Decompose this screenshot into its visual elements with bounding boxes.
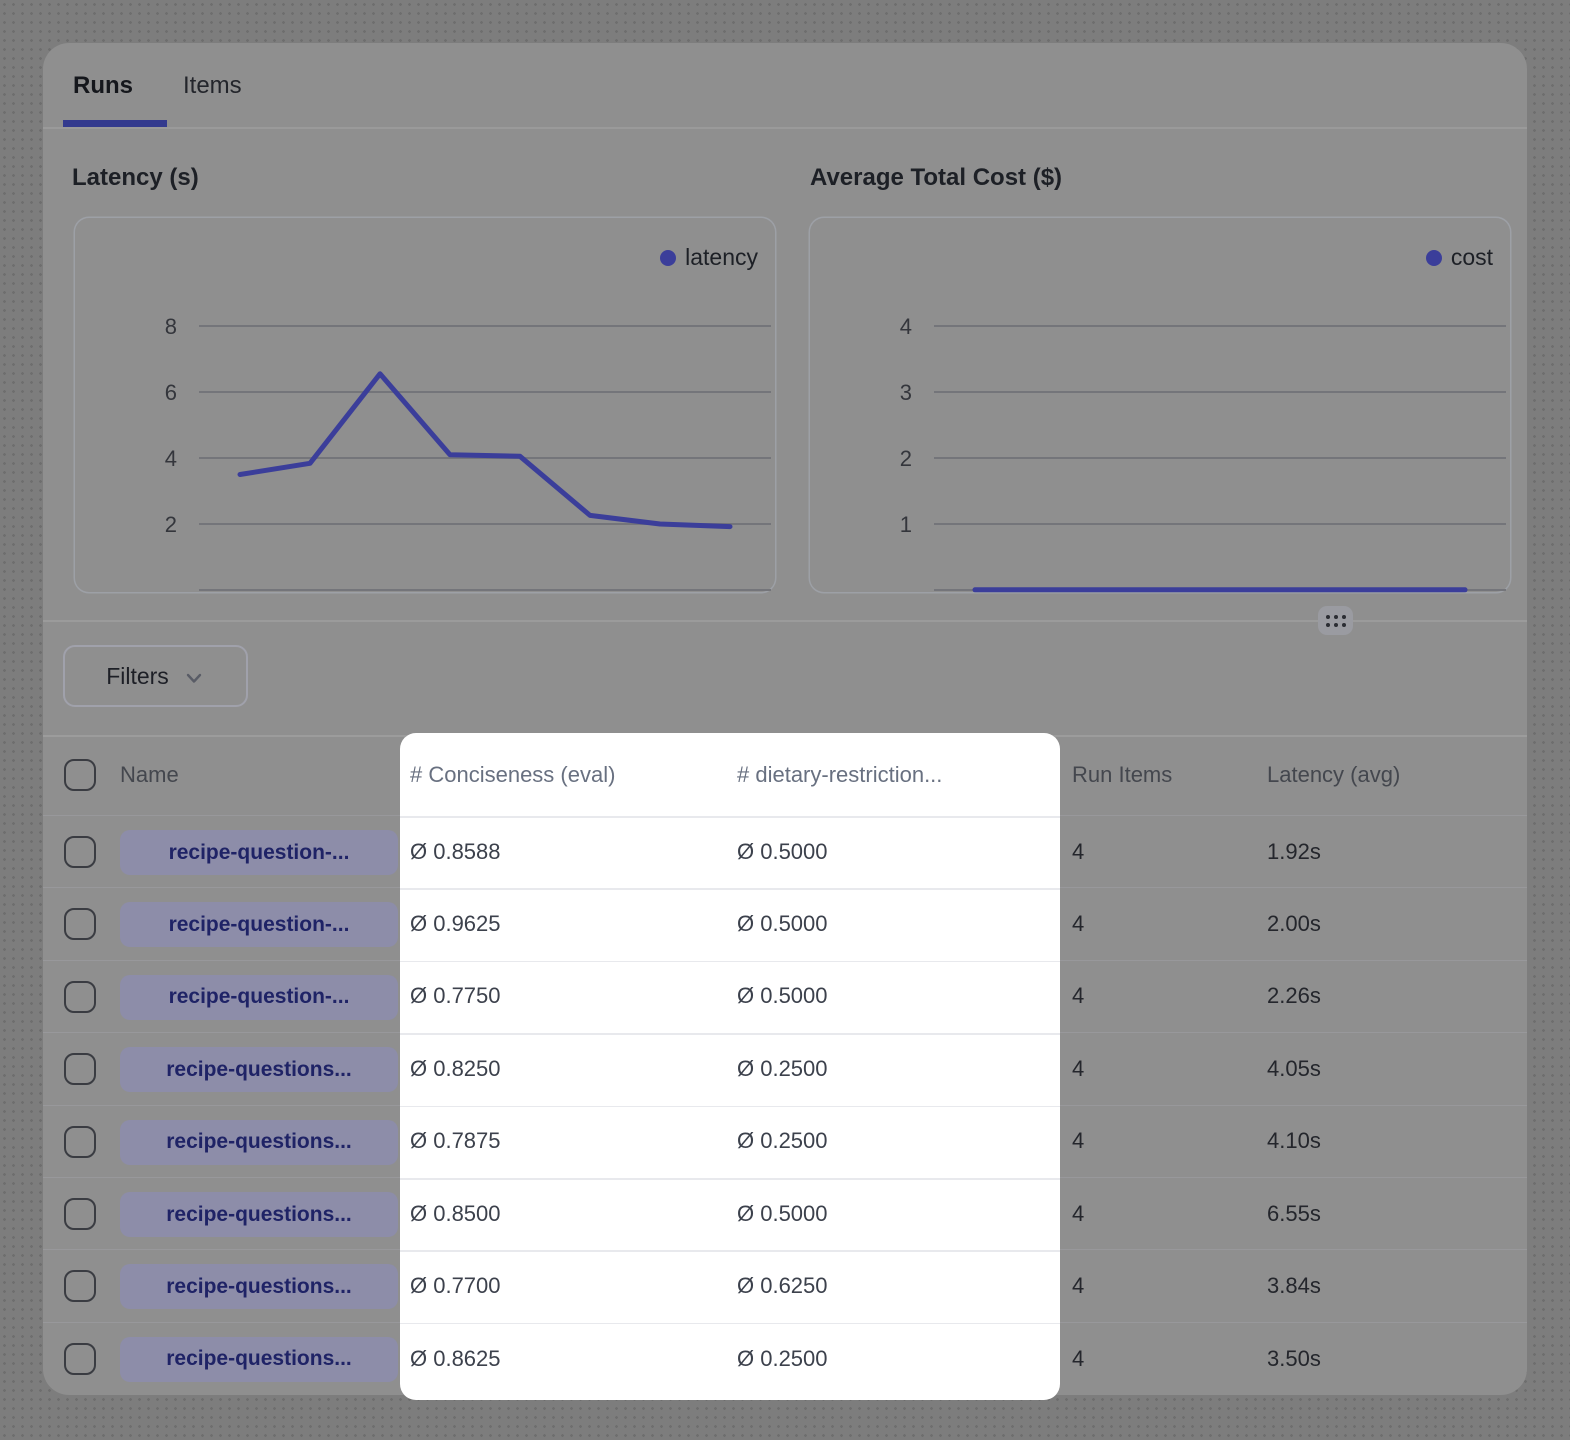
cost-legend-dot-icon <box>1426 250 1442 266</box>
cost-chart-title: Average Total Cost ($) <box>810 164 1062 192</box>
svg-text:4: 4 <box>165 446 177 471</box>
dietary-restriction-score-cell: Ø 0.5000 <box>737 888 828 959</box>
dimmed-page-background: Runs Items Latency (s) Average Total Cos… <box>0 0 1570 1440</box>
latency-avg-cell: 1.92s <box>1267 816 1321 887</box>
row-checkbox[interactable] <box>64 1270 96 1302</box>
dietary-restriction-score-cell: Ø 0.5000 <box>737 961 828 1032</box>
row-checkbox[interactable] <box>64 1198 96 1230</box>
table-row[interactable]: recipe-questions... Ø 0.8625 Ø 0.2500 4 3.50… <box>43 1323 1527 1395</box>
latency-line-series <box>240 374 730 527</box>
run-name-badge[interactable]: recipe-question-... <box>120 902 398 947</box>
column-header-conciseness: # Conciseness (eval) <box>410 735 615 815</box>
run-items-cell: 4 <box>1072 1250 1084 1321</box>
run-items-cell: 4 <box>1072 1323 1084 1395</box>
resize-drag-handle[interactable] <box>1318 606 1353 635</box>
select-all-checkbox[interactable] <box>64 759 96 791</box>
dietary-restriction-score-cell: Ø 0.6250 <box>737 1250 828 1321</box>
chevron-down-icon <box>183 667 205 689</box>
dietary-restriction-score-cell: Ø 0.5000 <box>737 816 828 887</box>
svg-text:2: 2 <box>900 446 912 471</box>
table-row[interactable]: recipe-question-... Ø 0.7750 Ø 0.5000 4 2.26… <box>43 961 1527 1033</box>
latency-avg-cell: 2.26s <box>1267 961 1321 1032</box>
active-tab-indicator <box>63 120 167 127</box>
latency-avg-cell: 3.84s <box>1267 1250 1321 1321</box>
conciseness-score-cell: Ø 0.9625 <box>410 888 501 959</box>
svg-text:3: 3 <box>900 380 912 405</box>
conciseness-score-cell: Ø 0.8588 <box>410 816 501 887</box>
conciseness-score-cell: Ø 0.7750 <box>410 961 501 1032</box>
table-row[interactable]: recipe-questions... Ø 0.8500 Ø 0.5000 4 6.55… <box>43 1178 1527 1250</box>
latency-legend-dot-icon <box>660 250 676 266</box>
run-name-badge[interactable]: recipe-questions... <box>120 1264 398 1309</box>
runs-panel: Runs Items Latency (s) Average Total Cos… <box>43 43 1527 1395</box>
table-row[interactable]: recipe-question-... Ø 0.8588 Ø 0.5000 4 1.92… <box>43 816 1527 888</box>
run-name-badge[interactable]: recipe-questions... <box>120 1337 398 1382</box>
drag-dots-icon <box>1326 615 1346 627</box>
svg-text:4: 4 <box>900 314 912 339</box>
latency-legend-label: latency <box>685 244 758 271</box>
run-items-cell: 4 <box>1072 888 1084 959</box>
run-items-cell: 4 <box>1072 961 1084 1032</box>
table-row[interactable]: recipe-questions... Ø 0.8250 Ø 0.2500 4 4.05… <box>43 1033 1527 1105</box>
cost-chart-legend: cost <box>1426 244 1493 271</box>
charts-section-divider <box>43 620 1527 622</box>
conciseness-score-cell: Ø 0.7875 <box>410 1106 501 1177</box>
run-name-badge[interactable]: recipe-question-... <box>120 830 398 875</box>
row-checkbox[interactable] <box>64 1126 96 1158</box>
dietary-restriction-score-cell: Ø 0.5000 <box>737 1178 828 1249</box>
latency-chart: 2 4 6 8 latency <box>75 218 775 592</box>
row-checkbox[interactable] <box>64 1053 96 1085</box>
run-name-badge[interactable]: recipe-questions... <box>120 1192 398 1237</box>
row-checkbox[interactable] <box>64 1343 96 1375</box>
latency-avg-cell: 6.55s <box>1267 1178 1321 1249</box>
latency-chart-title: Latency (s) <box>72 164 199 192</box>
row-checkbox[interactable] <box>64 908 96 940</box>
svg-text:2: 2 <box>165 512 177 537</box>
table-row[interactable]: recipe-questions... Ø 0.7875 Ø 0.2500 4 4.10… <box>43 1106 1527 1178</box>
row-checkbox[interactable] <box>64 836 96 868</box>
latency-avg-cell: 2.00s <box>1267 888 1321 959</box>
tab-items[interactable]: Items <box>183 72 242 100</box>
row-checkbox[interactable] <box>64 981 96 1013</box>
filters-button[interactable]: Filters <box>63 645 248 707</box>
run-items-cell: 4 <box>1072 1033 1084 1104</box>
column-header-run-items: Run Items <box>1072 735 1172 815</box>
run-name-badge[interactable]: recipe-questions... <box>120 1047 398 1092</box>
latency-avg-cell: 3.50s <box>1267 1323 1321 1395</box>
latency-avg-cell: 4.05s <box>1267 1033 1321 1104</box>
svg-text:1: 1 <box>900 512 912 537</box>
svg-text:8: 8 <box>165 314 177 339</box>
tab-bar-divider <box>43 127 1527 129</box>
conciseness-score-cell: Ø 0.7700 <box>410 1250 501 1321</box>
conciseness-score-cell: Ø 0.8250 <box>410 1033 501 1104</box>
run-name-badge[interactable]: recipe-question-... <box>120 975 398 1020</box>
filters-button-label: Filters <box>106 663 169 690</box>
run-items-cell: 4 <box>1072 816 1084 887</box>
run-name-badge[interactable]: recipe-questions... <box>120 1120 398 1165</box>
column-header-dietary-restriction: # dietary-restriction... <box>737 735 942 815</box>
table-row[interactable]: recipe-questions... Ø 0.7700 Ø 0.6250 4 3.84… <box>43 1250 1527 1322</box>
cost-chart: 1 2 3 4 cost <box>810 218 1510 592</box>
svg-text:6: 6 <box>165 380 177 405</box>
column-header-name: Name <box>120 735 179 815</box>
conciseness-score-cell: Ø 0.8625 <box>410 1323 501 1395</box>
cost-legend-label: cost <box>1451 244 1493 271</box>
table-row[interactable]: recipe-question-... Ø 0.9625 Ø 0.5000 4 2.00… <box>43 888 1527 960</box>
conciseness-score-cell: Ø 0.8500 <box>410 1178 501 1249</box>
run-items-cell: 4 <box>1072 1106 1084 1177</box>
dietary-restriction-score-cell: Ø 0.2500 <box>737 1106 828 1177</box>
latency-chart-legend: latency <box>660 244 758 271</box>
run-items-cell: 4 <box>1072 1178 1084 1249</box>
dietary-restriction-score-cell: Ø 0.2500 <box>737 1323 828 1395</box>
tab-runs[interactable]: Runs <box>73 72 133 100</box>
column-header-latency-avg: Latency (avg) <box>1267 735 1400 815</box>
latency-avg-cell: 4.10s <box>1267 1106 1321 1177</box>
dietary-restriction-score-cell: Ø 0.2500 <box>737 1033 828 1104</box>
table-header-row: Name # Conciseness (eval) # dietary-rest… <box>43 735 1527 816</box>
